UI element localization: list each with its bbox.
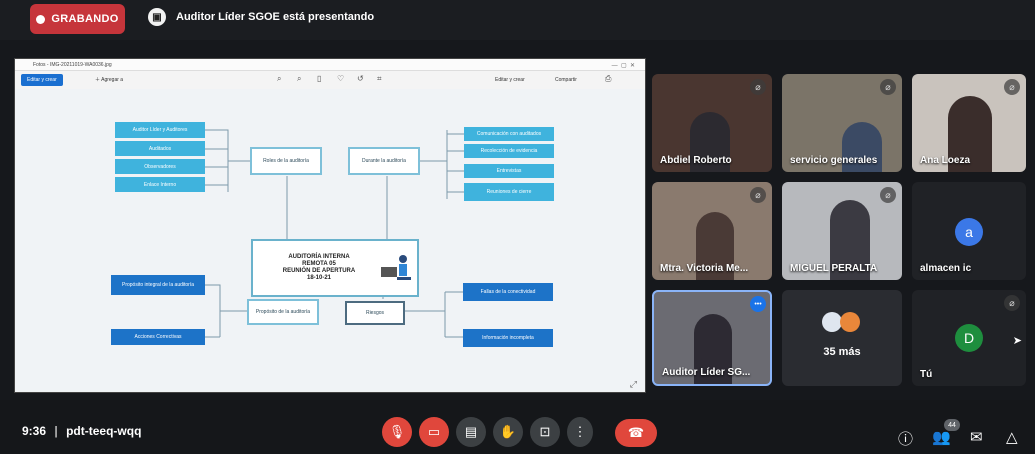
mindmap-node-informacion: Información incompleta bbox=[463, 329, 553, 347]
add-to-label: Agregar a bbox=[101, 77, 124, 83]
meeting-time-and-code: 9:36 | pdt-teeq-wqq bbox=[22, 424, 141, 438]
participant-avatar-group bbox=[822, 312, 842, 332]
mindmap-node-fallas: Fallas de la conectividad bbox=[463, 283, 553, 301]
participant-tile[interactable]: ⌀ Abdiel Roberto bbox=[652, 74, 772, 172]
center-line-2: REMOTA 05 bbox=[302, 261, 336, 267]
more-participants-tile[interactable]: 35 más bbox=[782, 290, 902, 386]
mouse-cursor-icon: ➤ bbox=[1012, 335, 1022, 347]
mindmap-center-node: AUDITORÍA INTERNA REMOTA 05 REUNIÓN DE A… bbox=[251, 239, 419, 297]
presenter-banner: ▣ Auditor Líder SGOE está presentando bbox=[148, 8, 374, 26]
expand-icon[interactable]: ⤢ bbox=[630, 379, 637, 390]
participant-avatar: a bbox=[955, 218, 983, 246]
more-count: 35 más bbox=[823, 346, 861, 358]
participant-tile[interactable]: ⌀ Ana Loeza bbox=[912, 74, 1026, 172]
rotate-icon[interactable]: ↺ bbox=[357, 74, 364, 83]
mindmap-node-roles: Roles de la auditoría bbox=[250, 147, 322, 175]
activities-icon[interactable]: △ bbox=[1006, 428, 1018, 446]
participant-name: Abdiel Roberto bbox=[660, 155, 732, 166]
more-options-icon[interactable]: ⋮ bbox=[567, 417, 593, 447]
participant-tile[interactable]: ⌀ Mtra. Victoria Me... bbox=[652, 182, 772, 280]
zoom-out-icon[interactable]: ⌕ bbox=[297, 74, 301, 84]
captions-icon[interactable]: ▤ bbox=[456, 417, 486, 447]
participant-tile[interactable]: a almacen ic bbox=[912, 182, 1026, 280]
mindmap-node-reuniones: Reuniones de cierre bbox=[464, 183, 554, 201]
mindmap-node-auditor-lider: Auditor Líder y Auditores bbox=[115, 122, 205, 138]
hang-up-icon[interactable]: ☎ bbox=[615, 419, 657, 447]
mic-off-icon: ⌀ bbox=[1004, 295, 1020, 311]
print-icon[interactable]: ⎙ bbox=[605, 74, 611, 84]
window-title: Fotos - IMG-20211019-WA0036.jpg bbox=[33, 62, 112, 68]
mindmap-node-recoleccion: Recolección de evidencia bbox=[464, 144, 554, 158]
recording-indicator: GRABANDO bbox=[30, 4, 125, 34]
participant-tile-active[interactable]: ••• Auditor Líder SG... bbox=[652, 290, 772, 386]
participant-tile[interactable]: ⌀ MIGUEL PERALTA bbox=[782, 182, 902, 280]
self-name: Tú bbox=[920, 369, 933, 380]
shared-screen[interactable]: Fotos - IMG-20211019-WA0036.jpg — ▢ ✕ Ed… bbox=[14, 58, 646, 393]
add-to-button[interactable]: ＋ Agregar a bbox=[95, 74, 123, 86]
mindmap-node-proposito: Propósito de la auditoría bbox=[247, 299, 319, 325]
info-icon[interactable]: ⓘ bbox=[898, 428, 913, 449]
top-bar: GRABANDO ▣ Auditor Líder SGOE está prese… bbox=[0, 0, 1035, 40]
self-tile[interactable]: D ⌀ Tú ➤ bbox=[912, 290, 1026, 386]
mindmap-node-observadores: Observadores bbox=[115, 159, 205, 174]
center-line-3: REUNIÓN DE APERTURA bbox=[282, 268, 356, 274]
favorite-icon[interactable]: ♡ bbox=[337, 74, 344, 83]
participant-name: Auditor Líder SG... bbox=[662, 367, 751, 378]
participant-name: Ana Loeza bbox=[920, 155, 971, 166]
participant-name: servicio generales bbox=[790, 155, 878, 166]
separator: | bbox=[54, 424, 58, 438]
mindmap-node-proposito-integral: Propósito integral de la auditoría bbox=[111, 275, 205, 295]
self-avatar: D bbox=[955, 324, 983, 352]
presenter-text: Auditor Líder SGOE está presentando bbox=[176, 11, 375, 23]
meeting-code: pdt-teeq-wqq bbox=[66, 424, 142, 438]
participant-avatar-group bbox=[840, 312, 860, 332]
photos-toolbar: Editar y crear ＋ Agregar a ⌕ ⌕ ▯ ♡ ↺ ⌗ E… bbox=[15, 71, 645, 90]
mindmap-node-durante: Durante la auditoría bbox=[348, 147, 420, 175]
mindmap-node-comunicacion: Comunicación con auditados bbox=[464, 127, 554, 141]
person-laptop-icon bbox=[381, 255, 411, 280]
camera-off-icon[interactable]: ▭ bbox=[419, 417, 449, 447]
mic-off-icon: ⌀ bbox=[750, 187, 766, 203]
mic-off-icon: ⌀ bbox=[1004, 79, 1020, 95]
participant-name: Mtra. Victoria Me... bbox=[660, 263, 749, 274]
raise-hand-icon[interactable]: ✋ bbox=[493, 417, 523, 447]
crop-icon[interactable]: ⌗ bbox=[377, 74, 382, 84]
participant-tile[interactable]: ⌀ servicio generales bbox=[782, 74, 902, 172]
participants-count-badge: 44 bbox=[944, 419, 960, 431]
zoom-in-icon[interactable]: ⌕ bbox=[277, 74, 281, 84]
edit-button[interactable]: Editar y crear bbox=[21, 74, 63, 86]
more-options-icon[interactable]: ••• bbox=[750, 296, 766, 312]
present-icon[interactable]: ⊡ bbox=[530, 417, 560, 447]
mic-off-icon: ⌀ bbox=[880, 187, 896, 203]
window-title-bar: Fotos - IMG-20211019-WA0036.jpg — ▢ ✕ bbox=[15, 59, 645, 71]
center-line-1: AUDITORÍA INTERNA bbox=[288, 254, 350, 260]
delete-icon[interactable]: ▯ bbox=[317, 74, 321, 83]
participant-name: MIGUEL PERALTA bbox=[790, 263, 878, 274]
mic-off-icon[interactable]: 🎙 bbox=[382, 417, 412, 447]
meet-window: GRABANDO ▣ Auditor Líder SGOE está prese… bbox=[0, 0, 1035, 454]
mic-off-icon: ⌀ bbox=[750, 79, 766, 95]
mindmap-image: Auditor Líder y Auditores Auditados Obse… bbox=[15, 89, 645, 392]
chat-icon[interactable]: ✉ bbox=[970, 428, 983, 446]
participant-name: almacen ic bbox=[920, 263, 972, 274]
presenting-icon: ▣ bbox=[148, 8, 166, 26]
center-line-4: 18-10-21 bbox=[306, 275, 332, 281]
mindmap-node-entrevistas: Entrevistas bbox=[464, 164, 554, 178]
mic-off-icon: ⌀ bbox=[880, 79, 896, 95]
mindmap-node-acciones: Acciones Correctivas bbox=[111, 329, 205, 345]
mindmap-node-auditados: Auditados bbox=[115, 141, 205, 156]
mindmap-node-enlace: Enlace Interno bbox=[115, 177, 205, 192]
mindmap-node-riesgos: Riesgos bbox=[345, 301, 405, 325]
record-dot-icon bbox=[36, 14, 46, 24]
clock-time: 9:36 bbox=[22, 424, 47, 438]
edit-create-button[interactable]: Editar y crear bbox=[495, 74, 525, 86]
recording-label: GRABANDO bbox=[51, 13, 119, 25]
share-button[interactable]: Compartir bbox=[555, 74, 577, 86]
bottom-toolbar: 9:36 | pdt-teeq-wqq 🎙 ▭ ▤ ✋ ⊡ ⋮ ☎ ⓘ 👥 44… bbox=[0, 400, 1035, 454]
